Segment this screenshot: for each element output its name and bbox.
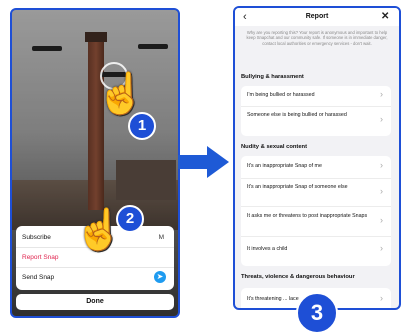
report-option[interactable]: It involves a child <box>247 246 373 252</box>
close-icon[interactable]: ✕ <box>381 11 389 22</box>
options-card: I'm being bullied or harassed › Someone … <box>241 86 391 136</box>
chevron-right-icon: › <box>380 89 383 99</box>
chevron-right-icon: › <box>380 186 383 196</box>
arrow-head-icon <box>207 146 229 178</box>
right-phone-screen: ‹ Report ✕ Why are you reporting this? Y… <box>233 6 401 310</box>
subscribe-count: M <box>158 234 164 241</box>
section-title: Bullying & harassment <box>241 74 304 80</box>
options-card: It's an inappropriate Snap of me › It's … <box>241 156 391 266</box>
divider <box>241 206 391 207</box>
send-arrow-icon[interactable]: ➤ <box>154 271 166 283</box>
send-snap-option[interactable]: Send Snap <box>22 274 54 281</box>
done-button[interactable]: Done <box>16 294 174 310</box>
chevron-right-icon: › <box>380 160 383 170</box>
report-option[interactable]: I'm being bullied or harassed <box>247 92 373 98</box>
report-snap-option[interactable]: Report Snap <box>22 254 59 261</box>
divider <box>241 106 391 107</box>
step-badge-2: 2 <box>116 205 144 233</box>
step-badge-3: 3 <box>296 292 338 334</box>
section-title: Nudity & sexual content <box>241 144 308 150</box>
arrow-right-icon <box>178 155 208 169</box>
divider <box>241 236 391 237</box>
section-title: Threats, violence & dangerous behaviour <box>241 274 355 280</box>
chevron-right-icon: › <box>380 215 383 225</box>
pointing-hand-icon: ☝ <box>96 72 146 116</box>
report-option[interactable]: It's an inappropriate Snap of someone el… <box>247 184 373 190</box>
divider <box>241 178 391 179</box>
chevron-right-icon: › <box>380 293 383 303</box>
report-option[interactable]: It asks me or threatens to post inapprop… <box>247 213 373 219</box>
divider <box>16 267 174 268</box>
report-option[interactable]: It's an inappropriate Snap of me <box>247 163 373 169</box>
report-intro: Why are you reporting this? Your report … <box>246 30 388 46</box>
chevron-right-icon: › <box>380 114 383 124</box>
page-title: Report <box>305 13 329 20</box>
subscribe-option[interactable]: Subscribe <box>22 234 51 241</box>
report-option[interactable]: Someone else is being bullied or harasse… <box>247 112 373 118</box>
chevron-right-icon: › <box>380 243 383 253</box>
left-phone-screen: Subscribe M Report Snap Send Snap ➤ Done <box>10 8 180 318</box>
step-badge-1: 1 <box>128 112 156 140</box>
